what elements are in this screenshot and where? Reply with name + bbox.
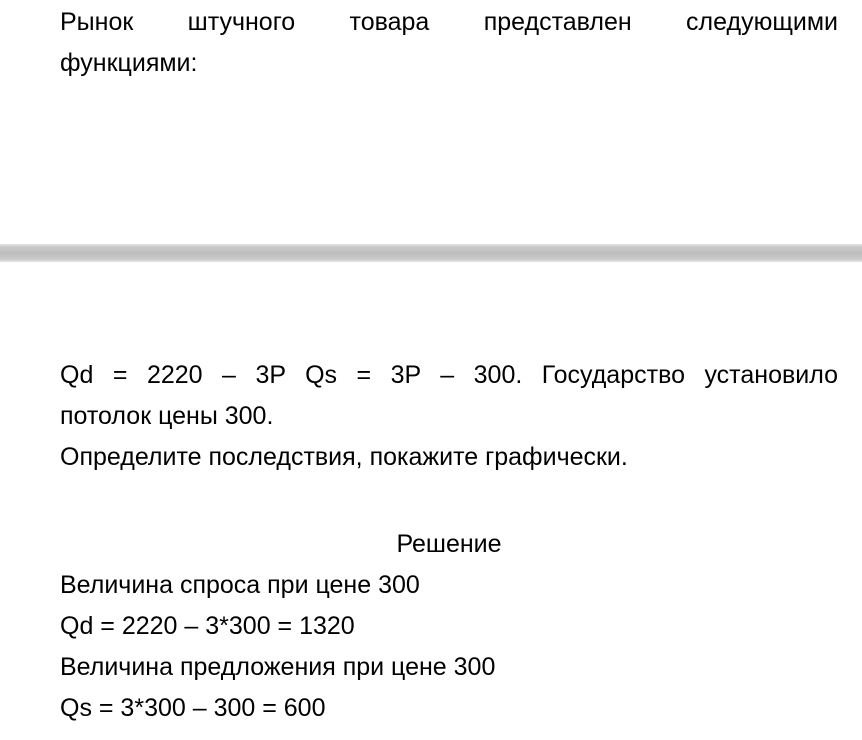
solution-line-1: Величина спроса при цене 300 [60,565,838,606]
task-statement: Определите последствия, покажите графиче… [60,437,838,478]
solution-line-3-text: Величина предложения при цене 300 [60,653,496,681]
functions-line-1-text: Qd = 2220 – 3P Qs = 3P – 300. Государств… [60,361,838,389]
solution-line-2-text: Qd = 2220 – 3*300 = 1320 [60,612,355,640]
problem-line-1-text: Рынок штучного товара представлен следую… [60,8,838,36]
functions-line-1: Qd = 2220 – 3P Qs = 3P – 300. Государств… [60,355,838,396]
solution-line-2: Qd = 2220 – 3*300 = 1320 [60,606,838,647]
document-page-2: Qd = 2220 – 3P Qs = 3P – 300. Государств… [0,262,862,740]
solution-line-4-text: Qs = 3*300 – 300 = 600 [60,694,326,722]
problem-line-2-text: функциями: [60,49,198,77]
document-page-1: Рынок штучного товара представлен следую… [0,0,862,244]
solution-heading-text: Решение [396,530,502,558]
solution-line-1-text: Величина спроса при цене 300 [60,571,420,599]
problem-statement-line-1: Рынок штучного товара представлен следую… [60,2,838,43]
functions-line-2-text: потолок цены 300. [60,402,274,430]
task-text: Определите последствия, покажите графиче… [60,443,628,471]
problem-statement-line-2: функциями: [60,43,838,84]
functions-line-2: потолок цены 300. [60,396,838,437]
solution-line-4: Qs = 3*300 – 300 = 600 [60,688,838,729]
page-break-separator [0,244,862,262]
solution-line-3: Величина предложения при цене 300 [60,647,838,688]
solution-heading: Решение [60,524,838,565]
